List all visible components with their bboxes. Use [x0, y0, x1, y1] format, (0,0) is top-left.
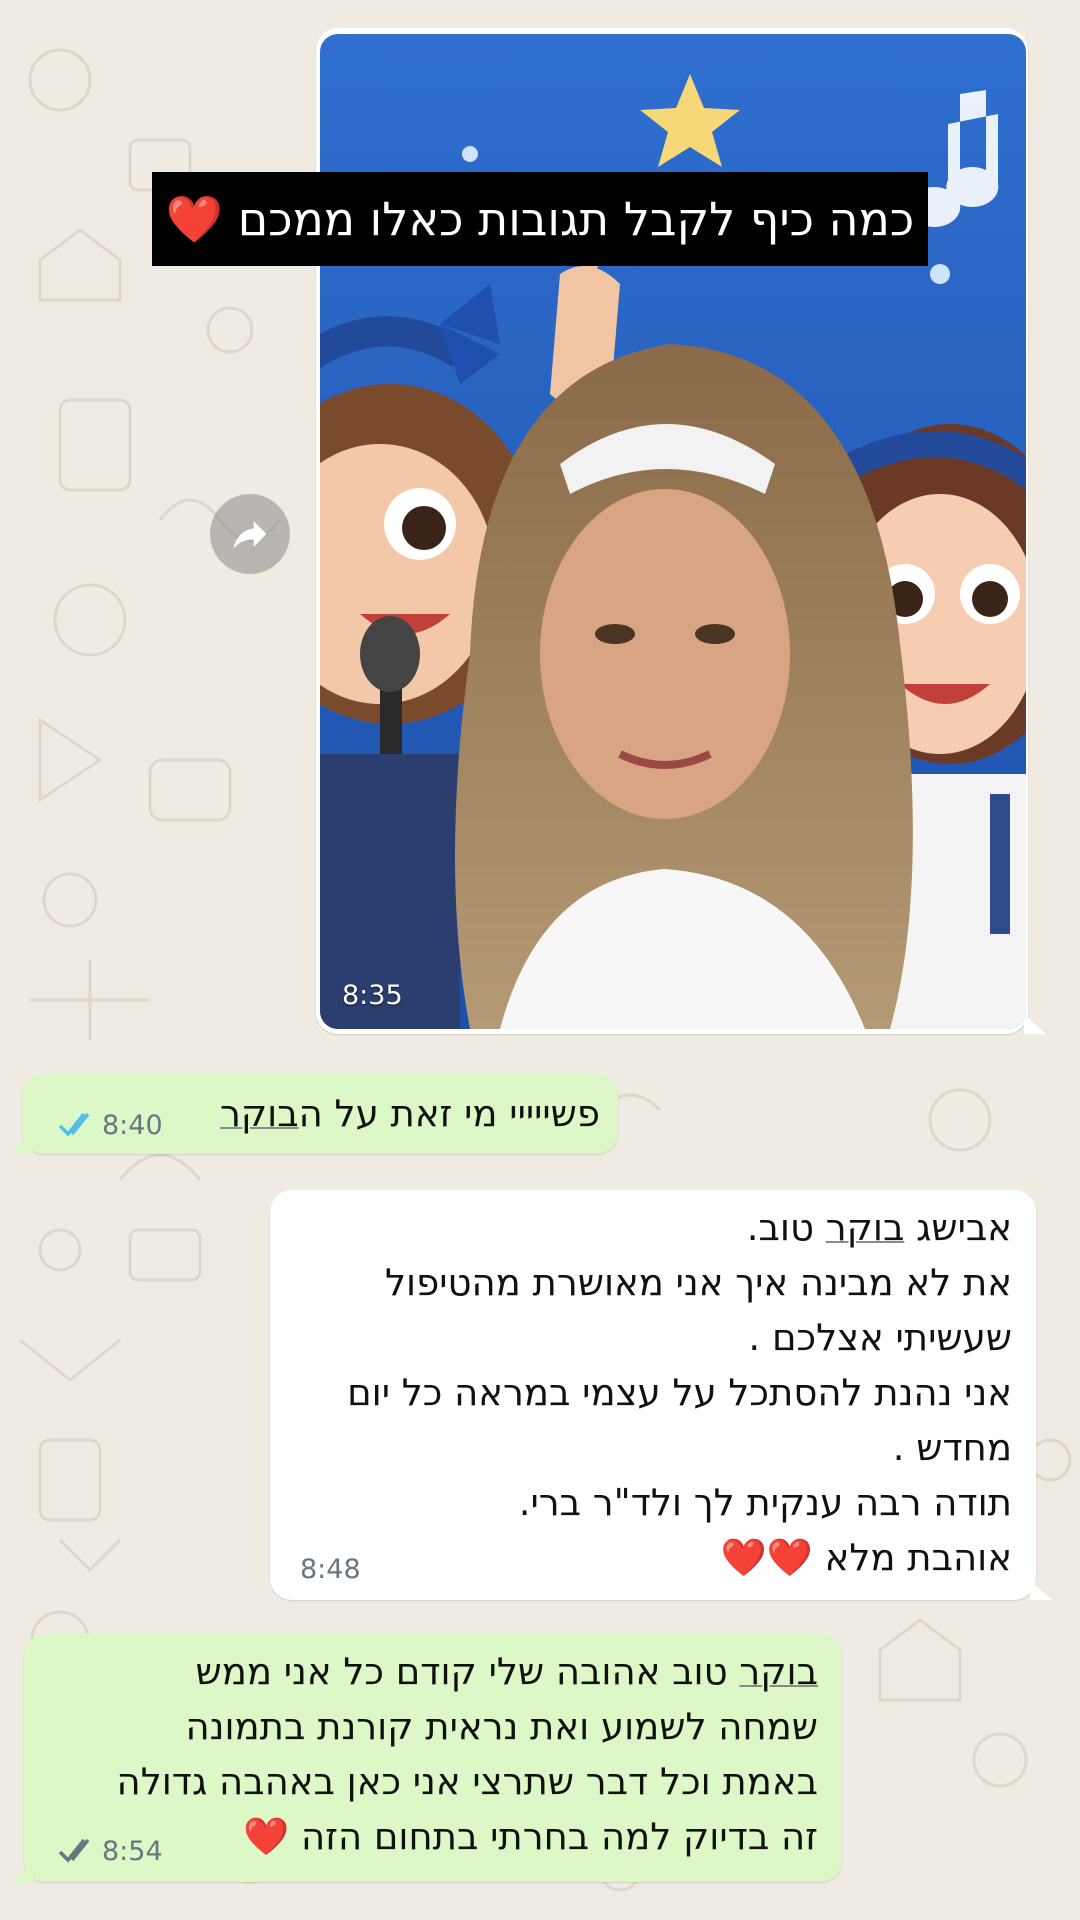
forward-button[interactable] [210, 494, 290, 574]
message-text: אבישג בוקר טוב. את לא מבינה איך אני מאוש… [347, 1206, 1012, 1579]
double-check-icon [58, 1838, 90, 1863]
heart-emoji-icon: ❤️ [165, 192, 224, 246]
message-timestamp: 8:35 [342, 980, 403, 1011]
bubble-tail [12, 1862, 34, 1882]
double-check-icon [58, 1112, 90, 1137]
message-text: בוקר טוב אהובה שלי קודם כל אני ממש שמחה … [116, 1650, 818, 1858]
message-timestamp: 8:40 [102, 1110, 163, 1141]
bubble-tail [10, 1134, 32, 1154]
caption-text: כמה כיף לקבל תגובות כאלו ממכם [237, 192, 915, 246]
message-text: פשייייי מי זאת על הבוקר [220, 1092, 600, 1135]
bubble-tail [1024, 1014, 1046, 1034]
message-timestamp: 8:48 [300, 1554, 361, 1585]
message-timestamp: 8:54 [102, 1836, 163, 1867]
forward-arrow-icon [233, 521, 267, 549]
bubble-tail [1030, 1580, 1052, 1600]
image-caption: כמה כיף לקבל תגובות כאלו ממכם ❤️ [152, 172, 928, 266]
